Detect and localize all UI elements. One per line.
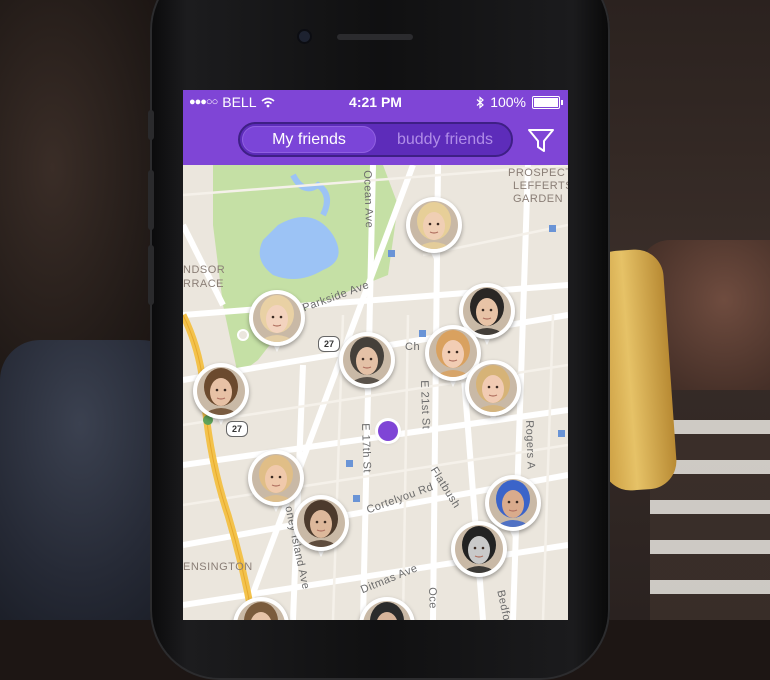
area-label-terrace: RRACE	[183, 278, 225, 290]
friend-avatar	[297, 499, 345, 547]
volume-down-button	[148, 245, 154, 305]
status-bar: ●●●○○ BELL 4:21 PM 100%	[183, 90, 568, 115]
mute-switch	[148, 110, 154, 140]
avatar-portrait	[197, 367, 245, 415]
friend-pin-friend-bw[interactable]	[451, 521, 507, 587]
friend-avatar	[489, 479, 537, 527]
area-label-windsor: NDSOR	[183, 264, 226, 276]
friend-avatar	[363, 601, 411, 620]
battery-percent: 100%	[490, 94, 526, 110]
street-label-e17th: E 17th St	[359, 423, 373, 474]
friend-avatar	[469, 364, 517, 412]
bluetooth-icon	[476, 95, 485, 109]
area-label-kensington: ENSINGTON	[183, 561, 253, 573]
avatar-portrait	[343, 336, 391, 384]
avatar-portrait	[297, 499, 345, 547]
friend-pin-friend-bottom-1[interactable]	[233, 597, 289, 620]
friend-avatar	[197, 367, 245, 415]
friend-pin-friend-hipster[interactable]	[293, 495, 349, 561]
friend-pin-friend-blonde-top[interactable]	[406, 197, 462, 263]
area-label-garden: GARDEN	[513, 193, 564, 205]
tab-buddy-friends[interactable]: buddy friends	[380, 126, 510, 153]
app-screen: ●●●○○ BELL 4:21 PM 100% My friends buddy…	[183, 90, 568, 620]
tab-my-friends[interactable]: My friends	[242, 126, 376, 153]
friend-pin-friend-bottom-2[interactable]	[359, 597, 415, 620]
avatar-portrait	[455, 525, 503, 573]
friend-avatar	[237, 601, 285, 620]
map-view[interactable]: Ocean Ave PROSPECT LEFFERTS GARDEN NDSOR…	[183, 165, 568, 620]
earpiece-speaker	[337, 34, 413, 40]
avatar-portrait	[253, 294, 301, 342]
friend-pin-friend-glasses[interactable]	[339, 332, 395, 398]
current-location-dot[interactable]	[378, 421, 398, 441]
street-label-church: Ch	[405, 341, 421, 353]
friend-avatar	[343, 336, 391, 384]
volume-up-button	[148, 170, 154, 230]
route-27-shield-1: 27	[318, 336, 340, 352]
street-label-ocean-2: Oce	[426, 587, 439, 610]
friend-avatar	[253, 294, 301, 342]
battery-icon	[532, 95, 563, 109]
avatar-portrait	[363, 601, 411, 620]
avatar-portrait	[237, 601, 285, 620]
friend-pin-friend-boy-left[interactable]	[193, 363, 249, 429]
filter-icon[interactable]	[526, 127, 556, 155]
avatar-portrait	[410, 201, 458, 249]
avatar-portrait	[469, 364, 517, 412]
area-label-lefferts: LEFFERTS	[513, 180, 568, 192]
front-camera	[299, 31, 310, 42]
friend-pin-friend-smile-right[interactable]	[465, 360, 521, 426]
friend-avatar	[410, 201, 458, 249]
avatar-portrait	[489, 479, 537, 527]
friends-segmented-control: My friends buddy friends	[238, 122, 513, 157]
street-label-rogers: Rogers A	[523, 420, 537, 470]
area-label-prospect: PROSPECT	[508, 167, 568, 179]
friend-avatar	[455, 525, 503, 573]
app-header: My friends buddy friends	[183, 115, 568, 165]
friend-pin-friend-blonde-park[interactable]	[249, 290, 305, 356]
street-label-ocean-ave: Ocean Ave	[361, 170, 376, 229]
